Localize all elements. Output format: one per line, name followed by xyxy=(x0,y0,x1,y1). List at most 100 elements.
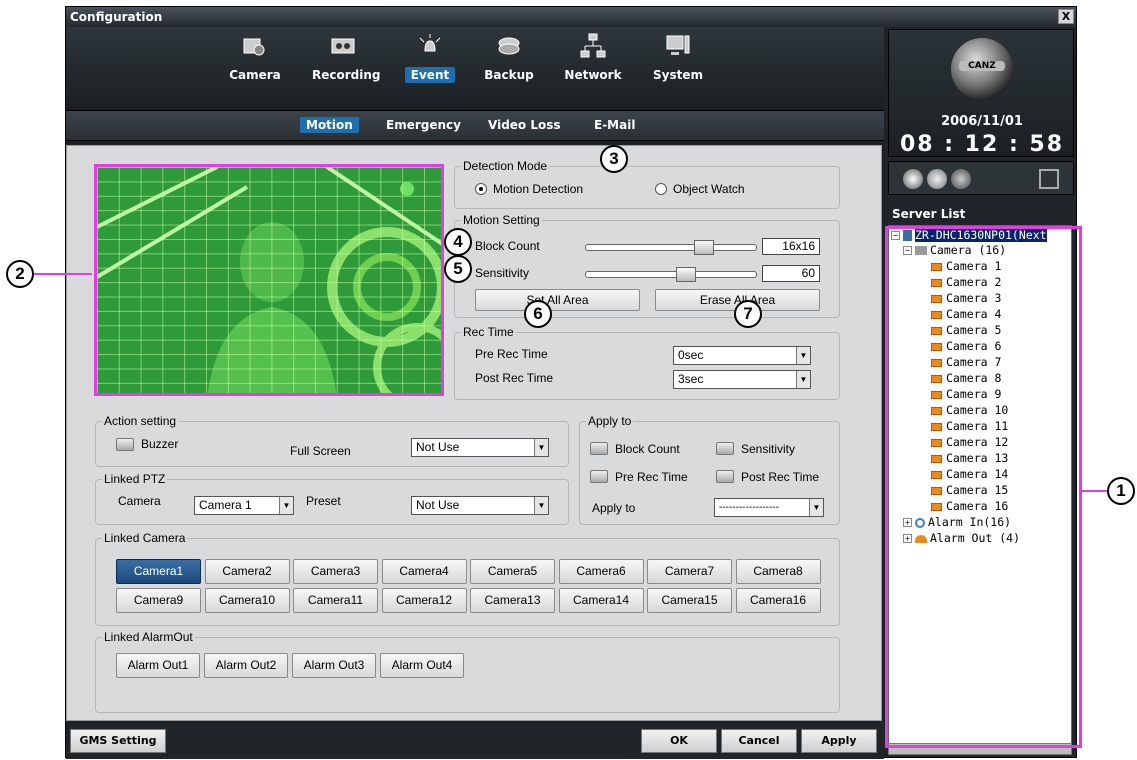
linked-camera-button-16[interactable]: Camera16 xyxy=(735,588,821,613)
linked-camera-button-1[interactable]: Camera1 xyxy=(116,559,201,584)
linked-camera-button-5[interactable]: Camera5 xyxy=(470,559,555,584)
motion-settings-panel: Detection Mode Motion Detection Object W… xyxy=(66,145,882,721)
ptz-camera-select[interactable]: Camera 1 ▼ xyxy=(194,496,294,515)
tab-emergency[interactable]: Emergency xyxy=(380,117,467,133)
linked-camera-label: Linked Camera xyxy=(102,531,188,545)
apply-post-rec-checkbox[interactable] xyxy=(716,470,734,483)
layout-icon[interactable] xyxy=(1039,169,1059,189)
linked-camera-button-3[interactable]: Camera3 xyxy=(293,559,378,584)
alarm-bell-icon xyxy=(419,34,441,52)
nav-camera[interactable]: Camera xyxy=(218,33,292,83)
apply-to-target-label: Apply to xyxy=(592,501,636,515)
linked-camera-button-10[interactable]: Camera10 xyxy=(204,588,290,613)
motion-setting-group: Motion Setting Block Count 16x16 Sensiti… xyxy=(454,213,840,318)
nav-system[interactable]: System xyxy=(641,33,715,83)
linked-camera-button-12[interactable]: Camera12 xyxy=(381,588,467,613)
linked-camera-button-14[interactable]: Camera14 xyxy=(558,588,644,613)
cancel-button[interactable]: Cancel xyxy=(721,729,797,753)
footer-bar: GMS Setting OK Cancel Apply xyxy=(66,721,884,759)
linked-camera-button-8[interactable]: Camera8 xyxy=(735,559,821,584)
linked-camera-button-6[interactable]: Camera6 xyxy=(558,559,644,584)
apply-post-rec-label: Post Rec Time xyxy=(741,470,820,484)
linked-alarmout-group: Linked AlarmOut Alarm Out1 Alarm Out2 Al… xyxy=(95,630,840,713)
callout-2-leader xyxy=(34,273,92,275)
sensitivity-slider[interactable] xyxy=(585,267,757,282)
alarm-out-4-button[interactable]: Alarm Out4 xyxy=(380,653,464,678)
apply-to-select[interactable]: ------------------ ▼ xyxy=(714,498,824,517)
brand-logo-text: CANZ xyxy=(959,61,1005,71)
object-watch-radio[interactable] xyxy=(655,183,667,195)
network-icon xyxy=(580,33,606,58)
apply-sensitivity-label: Sensitivity xyxy=(741,442,796,456)
callout-2: 2 xyxy=(6,260,34,288)
tab-motion[interactable]: Motion xyxy=(300,117,359,133)
callout-7: 7 xyxy=(734,300,762,328)
globe-icon[interactable] xyxy=(951,169,971,189)
apply-to-value: ------------------ xyxy=(719,502,779,513)
detection-mode-label: Detection Mode xyxy=(461,159,550,173)
motion-setting-label: Motion Setting xyxy=(461,213,542,227)
nav-backup[interactable]: Backup xyxy=(472,33,546,83)
object-watch-label: Object Watch xyxy=(673,182,745,196)
sensitivity-label: Sensitivity xyxy=(475,266,530,280)
alarm-out-3-button[interactable]: Alarm Out3 xyxy=(292,653,376,678)
pre-rec-time-value: 0sec xyxy=(678,348,704,362)
nav-network[interactable]: Network xyxy=(556,33,630,83)
apply-button[interactable]: Apply xyxy=(801,729,877,753)
tree-toolbar xyxy=(888,161,1074,195)
linked-camera-button-2[interactable]: Camera2 xyxy=(204,559,290,584)
camera-view-icon[interactable] xyxy=(903,169,923,189)
time-display: 08 : 12 : 58 xyxy=(899,132,1065,157)
callout-1: 1 xyxy=(1107,477,1135,505)
linked-camera-button-13[interactable]: Camera13 xyxy=(470,588,555,613)
tab-video-loss[interactable]: Video Loss xyxy=(482,117,567,133)
sensitivity-value: 60 xyxy=(762,265,820,282)
ptz-camera-value: Camera 1 xyxy=(199,498,252,512)
full-screen-select[interactable]: Not Use ▼ xyxy=(411,438,549,457)
buzzer-checkbox[interactable] xyxy=(116,438,134,451)
motion-detection-radio[interactable] xyxy=(475,183,487,195)
apply-block-count-label: Block Count xyxy=(615,442,680,456)
apply-to-group: Apply to Block Count Sensitivity Pre Rec… xyxy=(579,414,840,525)
linked-ptz-group: Linked PTZ Camera Camera 1 ▼ Preset Not U… xyxy=(95,472,569,525)
motion-grid[interactable] xyxy=(97,167,441,393)
full-screen-value: Not Use xyxy=(416,440,460,454)
post-rec-time-select[interactable]: 3sec ▼ xyxy=(673,370,811,389)
apply-pre-rec-checkbox[interactable] xyxy=(590,470,608,483)
action-setting-group: Action setting Buzzer Full Screen Not Us… xyxy=(95,414,569,467)
close-button[interactable]: X xyxy=(1058,9,1074,24)
block-count-thumb[interactable] xyxy=(694,240,714,255)
set-all-area-button[interactable]: Set All Area xyxy=(475,289,640,311)
ptz-camera-label: Camera xyxy=(118,494,161,508)
nav-network-label: Network xyxy=(564,68,622,82)
pre-rec-time-select[interactable]: 0sec ▼ xyxy=(673,346,811,365)
linked-camera-button-15[interactable]: Camera15 xyxy=(647,588,732,613)
apply-block-count-checkbox[interactable] xyxy=(590,442,608,455)
callout-6: 6 xyxy=(524,300,552,328)
apply-sensitivity-checkbox[interactable] xyxy=(716,442,734,455)
gms-setting-button[interactable]: GMS Setting xyxy=(70,729,166,753)
motion-preview[interactable] xyxy=(94,164,444,396)
dropdown-arrow-icon: ▼ xyxy=(534,439,548,456)
block-count-slider[interactable] xyxy=(585,240,757,255)
ptz-preset-select[interactable]: Not Use ▼ xyxy=(411,496,549,515)
alarm-out-2-button[interactable]: Alarm Out2 xyxy=(204,653,288,678)
linked-camera-button-11[interactable]: Camera11 xyxy=(293,588,378,613)
nav-event[interactable]: Event xyxy=(393,33,467,83)
disc-icon xyxy=(498,37,520,55)
linked-camera-button-4[interactable]: Camera4 xyxy=(381,559,467,584)
buzzer-label: Buzzer xyxy=(141,437,179,451)
rec-time-label: Rec Time xyxy=(461,325,516,339)
linked-camera-button-9[interactable]: Camera9 xyxy=(116,588,201,613)
alarm-out-1-button[interactable]: Alarm Out1 xyxy=(116,653,200,678)
linked-camera-button-7[interactable]: Camera7 xyxy=(647,559,732,584)
tab-email[interactable]: E-Mail xyxy=(588,117,641,133)
dropdown-arrow-icon: ▼ xyxy=(796,347,810,364)
title-bar: Configuration X xyxy=(66,7,1076,27)
rec-time-group: Rec Time Pre Rec Time 0sec ▼ Post Rec Tim… xyxy=(454,325,840,400)
search-icon[interactable] xyxy=(927,169,947,189)
post-rec-time-label: Post Rec Time xyxy=(475,371,554,385)
nav-recording[interactable]: Recording xyxy=(306,33,381,83)
ok-button[interactable]: OK xyxy=(641,729,717,753)
sensitivity-thumb[interactable] xyxy=(676,267,696,282)
